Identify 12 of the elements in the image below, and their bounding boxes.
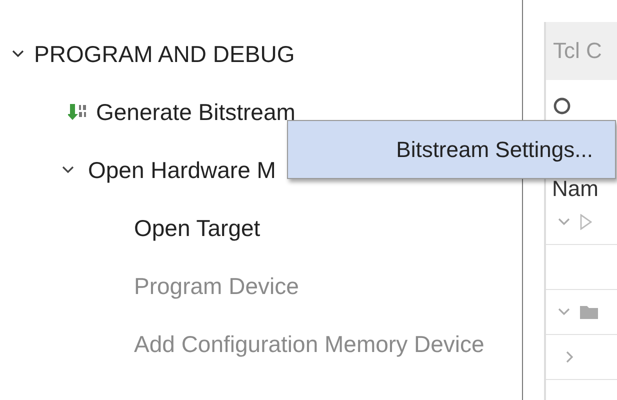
chevron-icon[interactable] — [62, 166, 74, 174]
section-heading[interactable]: PROGRAM AND DEBUG — [34, 40, 295, 68]
menu-item[interactable]: Bitstream Settings... — [288, 121, 615, 178]
search-icon[interactable] — [552, 96, 572, 116]
navigator-item[interactable]: Open Hardware M — [88, 156, 276, 184]
expand-icon[interactable] — [566, 351, 574, 363]
folder-icon — [580, 305, 598, 319]
navigator-item[interactable]: Open Target — [134, 214, 260, 242]
download-bits-icon — [68, 103, 88, 121]
play-icon[interactable] — [580, 214, 592, 230]
chevron-icon[interactable] — [12, 50, 24, 58]
column-header[interactable]: Nam — [552, 178, 598, 200]
